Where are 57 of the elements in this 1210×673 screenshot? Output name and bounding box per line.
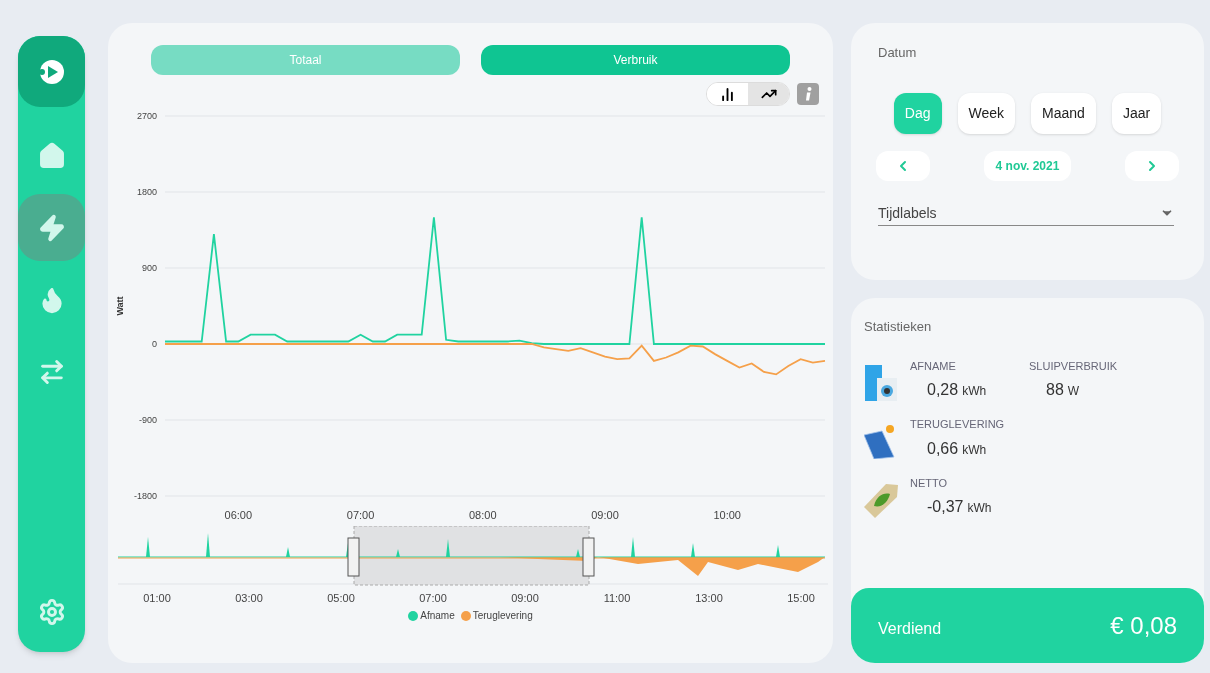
y-tick-label: 900: [141, 263, 157, 273]
nav-item[interactable]: [18, 194, 85, 261]
stat-unit: kWh: [962, 383, 987, 400]
navigator-tick-label: 07:00: [419, 592, 447, 604]
navigator-tick-label: 05:00: [327, 592, 355, 604]
stat-label: AFNAME: [910, 358, 957, 374]
x-tick-label: 10:00: [713, 509, 741, 521]
date-label: 4 nov. 2021: [983, 150, 1072, 181]
x-tick-label: 07:00: [346, 509, 375, 521]
chart-type-button[interactable]: [748, 83, 789, 105]
y-tick-label: 0: [152, 339, 157, 349]
stat-unit: kWh: [967, 500, 992, 517]
bar-chart-icon: [720, 86, 735, 102]
card-title: Statistieken: [864, 318, 933, 336]
next-button[interactable]: [1125, 150, 1179, 181]
stat-label: NETTO: [910, 475, 949, 491]
navigator-tick-label: 03:00: [235, 592, 263, 604]
stat-label: TERUGLEVERING: [910, 417, 1004, 432]
stat-value: -0,37: [927, 497, 964, 517]
logo[interactable]: [18, 36, 85, 107]
logo-icon: [38, 58, 65, 85]
stat-unit: W: [1067, 383, 1080, 400]
x-tick-label: 08:00: [469, 509, 497, 521]
stat-unit: kWh: [962, 441, 987, 459]
legend-label: Afname: [420, 609, 455, 623]
x-tick-label: 06:00: [224, 509, 253, 521]
legend-label: Teruglevering: [472, 609, 533, 623]
y-tick-label: -900: [139, 415, 157, 425]
range-button[interactable]: Jaar: [1111, 92, 1162, 134]
navigator-tick-label: 01:00: [143, 592, 171, 604]
stat-value: 88: [1046, 380, 1064, 400]
navigator-tick-label: 09:00: [511, 592, 539, 604]
card-title: Datum: [878, 44, 918, 62]
home-icon: [37, 141, 66, 170]
y-tick-label: 1800: [136, 187, 157, 197]
info-icon[interactable]: [797, 83, 819, 105]
stat-value: 0,66: [927, 438, 959, 459]
navigator-tick-label: 15:00: [787, 592, 815, 604]
solar-panel-icon: [864, 423, 898, 460]
navigator-tick-label: 11:00: [603, 592, 631, 604]
stat-label: SLUIPVERBRUIK: [1029, 358, 1119, 374]
time-labels-select[interactable]: Tijdlabels: [878, 201, 1174, 226]
earnings-label: Verdiend: [878, 618, 942, 639]
range-button[interactable]: Week: [957, 92, 1016, 134]
earnings-amount: € 0,08: [1110, 610, 1177, 641]
previous-button[interactable]: [876, 150, 930, 181]
stat-value: 0,28: [927, 380, 959, 400]
range-button[interactable]: Maand: [1031, 92, 1096, 134]
lightning-icon: [37, 213, 66, 242]
price-tag-icon: [864, 481, 898, 518]
x-tick-label: 09:00: [591, 509, 619, 521]
appliance-icon: [864, 364, 898, 401]
settings-icon: [37, 598, 66, 626]
y-tick-label: -1800: [133, 491, 157, 501]
y-tick-label: 2700: [136, 111, 157, 121]
navigator-tick-label: 13:00: [695, 592, 723, 604]
y-axis-label: Watt: [115, 296, 125, 316]
